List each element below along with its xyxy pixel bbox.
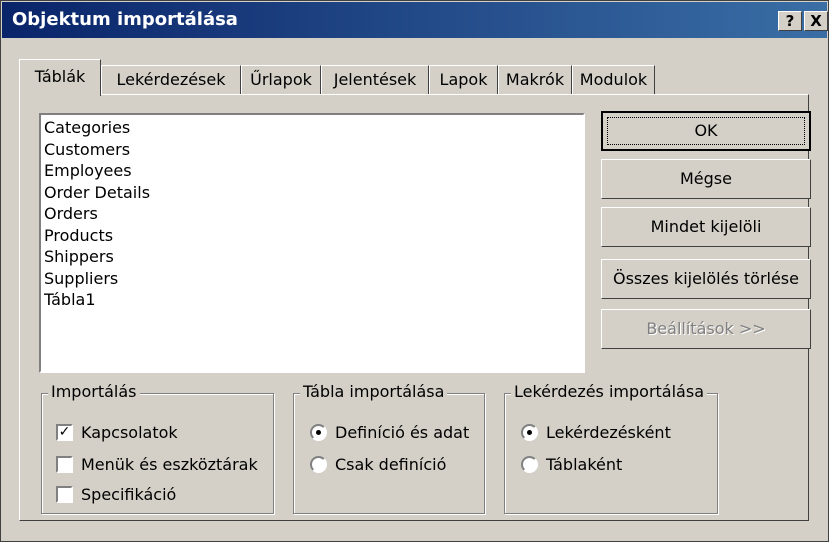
radio-selected-icon[interactable] <box>521 424 538 441</box>
ok-button[interactable]: OK <box>601 111 811 151</box>
help-icon[interactable]: ? <box>778 11 802 31</box>
import-group-label: Importálás <box>48 382 140 401</box>
definition-only-radio[interactable]: Csak definíció <box>310 454 480 475</box>
list-item[interactable]: Orders <box>44 203 583 225</box>
list-item[interactable]: Categories <box>44 117 583 139</box>
tab-modules[interactable]: Modulok <box>572 65 655 95</box>
import-objects-dialog: Objektum importálása ? X Táblák Lekérdez… <box>0 0 829 542</box>
list-item[interactable]: Tábla1 <box>44 289 583 311</box>
select-all-button[interactable]: Mindet kijelöli <box>601 207 811 247</box>
tab-pages[interactable]: Lapok <box>429 65 498 95</box>
object-listbox[interactable]: Categories Customers Employees Order Det… <box>39 113 585 373</box>
specification-checkbox[interactable]: Specifikáció <box>56 484 256 505</box>
list-item[interactable]: Shippers <box>44 246 583 268</box>
tab-queries[interactable]: Lekérdezések <box>101 65 241 95</box>
as-table-radio[interactable]: Táblaként <box>521 454 711 475</box>
checkbox-label: Kapcsolatok <box>81 423 178 442</box>
query-import-group: Lekérdezés importálása Lekérdezésként Tá… <box>504 382 718 514</box>
window-title: Objektum importálása <box>12 9 238 30</box>
tab-reports[interactable]: Jelentések <box>321 65 429 95</box>
checkbox-unchecked-icon[interactable] <box>56 486 73 503</box>
radio-selected-icon[interactable] <box>310 424 327 441</box>
checkbox-label: Menük és eszköztárak <box>81 455 258 474</box>
list-item[interactable]: Employees <box>44 160 583 182</box>
tab-macros[interactable]: Makrók <box>498 65 572 95</box>
tab-tables[interactable]: Táblák <box>19 59 101 96</box>
radio-label: Táblaként <box>546 455 623 474</box>
checkbox-unchecked-icon[interactable] <box>56 456 73 473</box>
table-import-group-label: Tábla importálása <box>300 382 448 401</box>
menus-toolbars-checkbox[interactable]: Menük és eszköztárak <box>56 454 266 475</box>
list-item[interactable]: Suppliers <box>44 268 583 290</box>
list-item[interactable]: Customers <box>44 139 583 161</box>
options-button: Beállítások >> <box>601 309 811 349</box>
definition-and-data-radio[interactable]: Definíció és adat <box>310 422 480 443</box>
as-query-radio[interactable]: Lekérdezésként <box>521 422 711 443</box>
list-item[interactable]: Order Details <box>44 182 583 204</box>
radio-label: Csak definíció <box>335 455 447 474</box>
radio-label: Definíció és adat <box>335 423 470 442</box>
checkbox-label: Specifikáció <box>81 485 177 504</box>
title-bar[interactable]: Objektum importálása ? X <box>2 2 828 38</box>
query-import-group-label: Lekérdezés importálása <box>511 382 707 401</box>
relationships-checkbox[interactable]: ✓ Kapcsolatok <box>56 422 256 443</box>
deselect-all-button[interactable]: Összes kijelölés törlése <box>601 259 811 299</box>
radio-label: Lekérdezésként <box>546 423 671 442</box>
close-icon[interactable]: X <box>804 11 828 31</box>
checkbox-checked-icon[interactable]: ✓ <box>56 424 73 441</box>
tab-forms[interactable]: Űrlapok <box>241 65 321 95</box>
import-group: Importálás ✓ Kapcsolatok Menük és eszköz… <box>41 382 274 514</box>
list-item[interactable]: Products <box>44 225 583 247</box>
cancel-button[interactable]: Mégse <box>601 159 811 199</box>
table-import-group: Tábla importálása Definíció és adat Csak… <box>293 382 485 514</box>
radio-unselected-icon[interactable] <box>521 456 538 473</box>
radio-unselected-icon[interactable] <box>310 456 327 473</box>
